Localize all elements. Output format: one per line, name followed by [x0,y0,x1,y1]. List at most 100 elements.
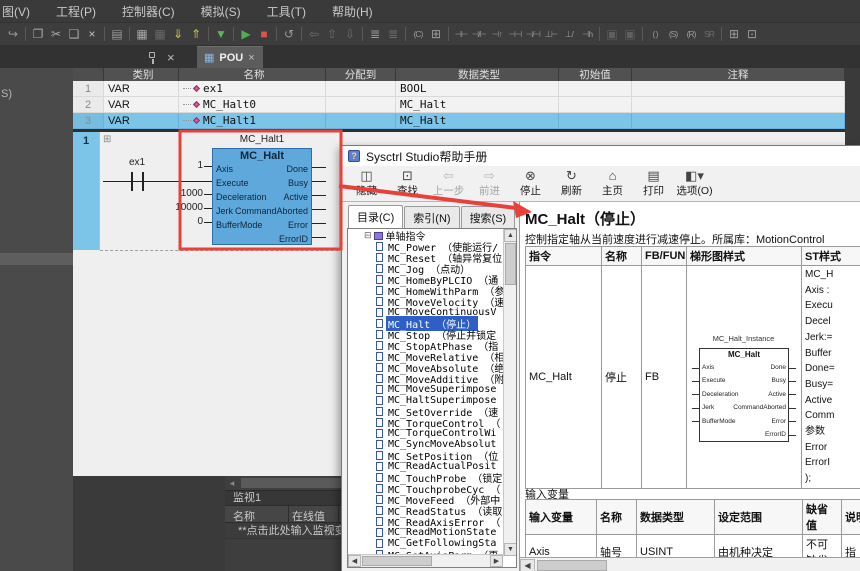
input-value-jerk[interactable]: 10000 [103,202,212,213]
close-panel-icon[interactable]: × [167,51,175,64]
separator[interactable] [104,27,105,41]
scroll-left-icon[interactable]: ◂ [225,478,239,489]
scrollbar-thumb[interactable] [362,556,432,566]
tree-item[interactable]: MC_ReadAxisError （ [348,516,503,529]
separator[interactable] [448,27,449,41]
inline-z-icon[interactable]: ▣ [603,24,621,44]
insert-row-above-icon[interactable]: ≣ [366,24,384,44]
menu-item[interactable]: 模拟(S) [201,3,241,20]
variable-row[interactable]: 2 VAR MC_Halt0 MC_Halt [73,97,845,113]
separator[interactable] [276,27,277,41]
stop-button[interactable]: ⊗ 停止 [510,167,551,200]
sr-block-icon[interactable]: SR [700,24,718,44]
separator[interactable] [405,27,406,41]
upload-from-controller-icon[interactable]: ⇑ [187,24,205,44]
tree-vertical-scrollbar[interactable]: ▲ ▼ [503,229,516,556]
separator[interactable] [599,27,600,41]
export-icon[interactable]: ▤ [108,24,126,44]
separator[interactable] [721,27,722,41]
input-value-deceleration[interactable]: 1000 [103,188,212,199]
tree-item[interactable]: MC_TorqueControlWi [348,428,503,439]
navigate-down-icon[interactable]: ⇩ [341,24,359,44]
separator[interactable] [129,27,130,41]
tab-close-icon[interactable]: × [248,52,254,64]
col-name[interactable]: 名称 [179,68,326,81]
menu-item[interactable]: 工具(T) [267,3,306,20]
run-icon[interactable]: ▶ [237,24,255,44]
redo-icon[interactable]: ↪ [4,24,22,44]
convert-icon[interactable]: ↺ [280,24,298,44]
copy-icon[interactable]: ❐ [29,24,47,44]
collapse-icon[interactable]: ⊟ [364,230,372,241]
watch-col-online-value[interactable]: 在线值 [292,508,325,524]
help-tab[interactable]: 索引(N) [404,206,460,230]
find-button[interactable]: ⊡ 查找 [387,167,428,200]
contact-pulse-icon[interactable]: ⊣h [578,24,596,44]
contact-parallel-nc-icon[interactable]: ⊥/ [560,24,578,44]
tree-item[interactable]: MC_MoveSuperimpose [348,384,503,395]
forward-button[interactable]: ⇨ 前进 [469,167,510,200]
contact-nc-icon[interactable]: ⊣/⊢ [470,24,488,44]
stop-icon[interactable]: ■ [255,24,273,44]
function-icon[interactable]: ⊡ [743,24,761,44]
tree-item[interactable]: MC_SetPosition （位 [348,450,503,463]
coil-set-icon[interactable]: (S) [664,24,682,44]
navigate-back-icon[interactable]: ⇦ [305,24,323,44]
col-category[interactable]: 类别 [104,68,179,81]
refresh-button[interactable]: ↻ 刷新 [551,167,592,200]
tab-pou[interactable]: ▦ POU × [197,46,263,68]
contact-rising-icon[interactable]: ⊣↑ [488,24,506,44]
content-horizontal-scrollbar[interactable]: ◀ [520,557,860,571]
build-icon[interactable]: ▦ [133,24,151,44]
contact-series-no-icon[interactable]: ⊣⊣ [506,24,524,44]
tree-item[interactable]: MC_MoveVelocity （速 [348,296,504,309]
help-tab[interactable]: 搜索(S) [460,206,516,230]
home-button[interactable]: ⌂ 主页 [592,167,633,200]
tree-item[interactable]: MC_ReadMotionState [348,527,503,538]
rebuild-icon[interactable]: ▦ [151,24,169,44]
scrollbar-thumb[interactable] [537,560,607,571]
back-button[interactable]: ⇦ 上一步 [428,167,469,200]
variable-row[interactable]: 3 VAR MC_Halt1 MC_Halt [73,113,845,129]
mc-halt-function-block[interactable]: MC_Halt Axis Execute Deceleration Jerk Buffe… [212,148,312,245]
separator[interactable] [233,27,234,41]
navigate-up-icon[interactable]: ⇧ [323,24,341,44]
menu-item[interactable]: 控制器(C) [122,3,175,20]
separator[interactable] [25,27,26,41]
filter-icon[interactable]: ▼ [212,24,230,44]
menu-item[interactable]: 工程(P) [56,3,96,20]
rung-number[interactable]: 1 [73,132,100,250]
contact-no-icon[interactable]: ⊣⊢ [452,24,470,44]
separator[interactable] [301,27,302,41]
tree-item[interactable]: MC_MoveAdditive （附 [348,373,504,386]
col-assigned[interactable]: 分配到 [326,68,396,81]
sidebar-highlight-bar[interactable] [0,253,73,265]
scroll-up-icon[interactable]: ▲ [504,229,516,242]
hide-button[interactable]: ◫ 隐藏 [346,167,387,200]
download-to-controller-icon[interactable]: ⇓ [169,24,187,44]
separator[interactable] [642,27,643,41]
separator[interactable] [362,27,363,41]
paste-icon[interactable]: ❏ [65,24,83,44]
scroll-down-icon[interactable]: ▼ [504,543,516,556]
options-button[interactable]: ◧▾ 选项(O) [674,167,715,200]
pin-icon[interactable] [148,51,157,64]
input-value-buffermode[interactable]: 0 [103,216,212,227]
help-title-bar[interactable]: ? Sysctrl Studio帮助手册 [342,146,860,166]
input-value-axis[interactable]: 1 [103,160,212,171]
col-comment[interactable]: 注释 [632,68,845,81]
watch-col-name[interactable]: 名称 [233,508,255,524]
scrollbar-thumb[interactable] [505,243,516,285]
col-datatype[interactable]: 数据类型 [396,68,559,81]
variable-row[interactable]: 1 VAR ex1 BOOL [73,81,845,97]
menu-item[interactable]: 图(V) [2,3,30,20]
function-block-icon[interactable]: ⊞ [725,24,743,44]
menu-item[interactable]: 帮助(H) [332,3,373,20]
tree-horizontal-scrollbar[interactable]: ◀ ▶ [348,554,503,567]
insert-row-below-icon[interactable]: ≣ [384,24,402,44]
col-initial[interactable]: 初始值 [559,68,632,81]
coil-reset-icon[interactable]: (R) [682,24,700,44]
scroll-left-icon[interactable]: ◀ [348,555,361,567]
scroll-right-icon[interactable]: ▶ [490,555,503,567]
tree-item[interactable]: MC_TorqueControl （ [348,417,503,430]
